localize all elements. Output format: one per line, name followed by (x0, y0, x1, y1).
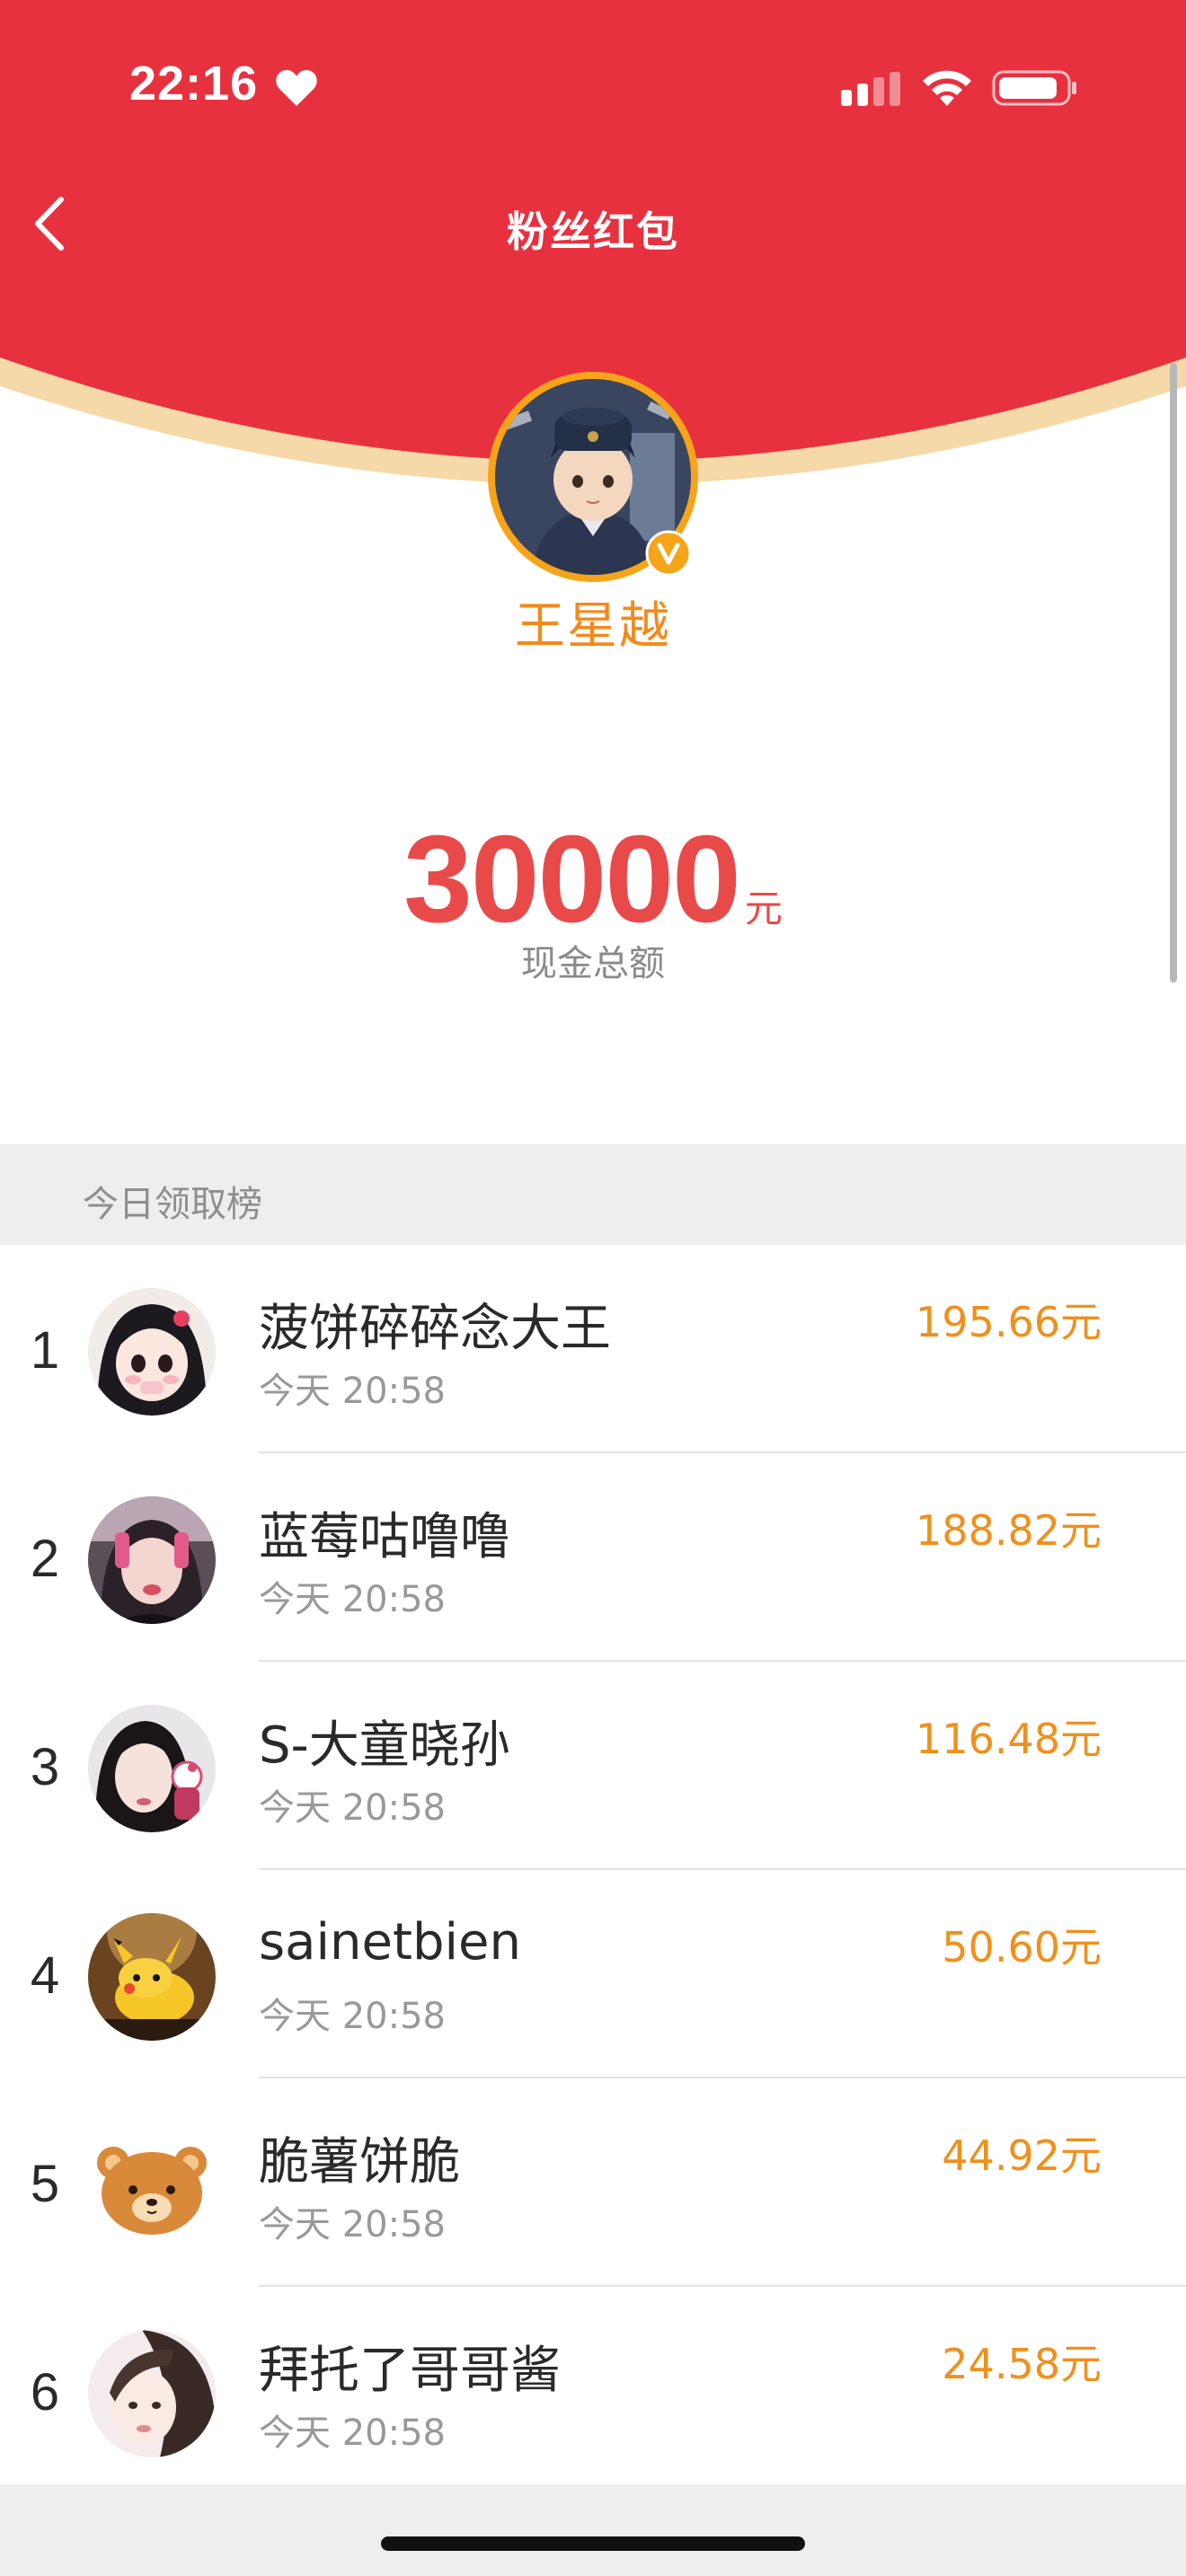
total-unit: 元 (744, 887, 783, 931)
wifi-icon (923, 70, 971, 106)
total-amount-block: 30000 元 (0, 808, 1186, 951)
ranking-row[interactable]: 5 脆薯饼脆 今天 20:58 44.92元 (0, 2078, 1186, 2287)
ranking-section-header: 今日领取榜 (0, 1144, 1186, 1245)
ranking-row[interactable]: 6 拜托了哥哥酱 今天 20:58 24.58元 (0, 2287, 1186, 2495)
fan-red-packet-page: 22:16 粉丝红包 王星越 30000 元 现金总额 今日领取榜 1 菠饼碎碎… (0, 0, 1186, 2576)
page-title: 粉丝红包 (507, 207, 679, 256)
status-bar: 22:16 (0, 0, 1186, 171)
total-amount: 30000 (403, 810, 741, 948)
claim-amount: 195.66元 (916, 1298, 1102, 1346)
owner-name[interactable]: 王星越 (0, 586, 1186, 658)
claim-amount: 116.48元 (916, 1715, 1102, 1763)
user-name: 菠饼碎碎念大王 (259, 1300, 611, 1358)
cellular-signal-icon (841, 72, 900, 106)
total-label: 现金总额 (521, 943, 665, 984)
claim-time: 今天 20:58 (259, 1371, 446, 1412)
claim-amount: 44.92元 (942, 2131, 1102, 2180)
ranking-row[interactable]: 4 sainetbien 今天 20:58 50.60元 (0, 1870, 1186, 2078)
user-avatar[interactable] (88, 2330, 216, 2457)
verified-badge-icon (645, 530, 692, 577)
status-time: 22:16 (129, 57, 259, 110)
rank-number: 1 (30, 1321, 60, 1380)
ranking-title: 今日领取榜 (83, 1184, 262, 1225)
rank-number: 5 (30, 2155, 60, 2213)
claim-time: 今天 20:58 (259, 1579, 446, 1620)
heart-icon (276, 70, 317, 106)
battery-icon (992, 70, 1076, 106)
rank-number: 3 (30, 1738, 60, 1796)
home-indicator[interactable] (381, 2536, 805, 2551)
user-name: 蓝莓咕噜噜 (259, 1508, 510, 1566)
user-name: sainetbien (259, 1913, 522, 1972)
user-avatar[interactable] (88, 1288, 216, 1416)
claim-amount: 50.60元 (942, 1923, 1102, 1972)
claim-time: 今天 20:58 (259, 2204, 446, 2245)
rank-number: 6 (30, 2363, 60, 2422)
claim-time: 今天 20:58 (259, 2413, 446, 2454)
claim-amount: 24.58元 (942, 2340, 1102, 2388)
user-avatar[interactable] (88, 1496, 216, 1624)
rank-number: 2 (30, 1530, 60, 1588)
rank-number: 4 (30, 1946, 60, 2005)
user-name: 脆薯饼脆 (259, 2133, 460, 2192)
ranking-row[interactable]: 1 菠饼碎碎念大王 今天 20:58 195.66元 (0, 1245, 1186, 1453)
user-name: S-大童晓孙 (259, 1716, 510, 1775)
user-avatar[interactable] (88, 2122, 216, 2249)
footer-area (0, 2484, 1186, 2576)
claim-time: 今天 20:58 (259, 1996, 446, 2037)
claim-amount: 188.82元 (916, 1506, 1102, 1555)
scrollbar[interactable] (1170, 363, 1177, 983)
user-avatar[interactable] (88, 1913, 216, 2041)
ranking-row[interactable]: 3 S-大童晓孙 今天 20:58 116.48元 (0, 1662, 1186, 1870)
user-name: 拜托了哥哥酱 (259, 2342, 561, 2400)
claim-time: 今天 20:58 (259, 1787, 446, 1829)
ranking-list: 1 菠饼碎碎念大王 今天 20:58 195.66元 2 蓝莓咕噜噜 今天 20… (0, 1245, 1186, 2495)
user-avatar[interactable] (88, 1705, 216, 1832)
ranking-row[interactable]: 2 蓝莓咕噜噜 今天 20:58 188.82元 (0, 1453, 1186, 1662)
